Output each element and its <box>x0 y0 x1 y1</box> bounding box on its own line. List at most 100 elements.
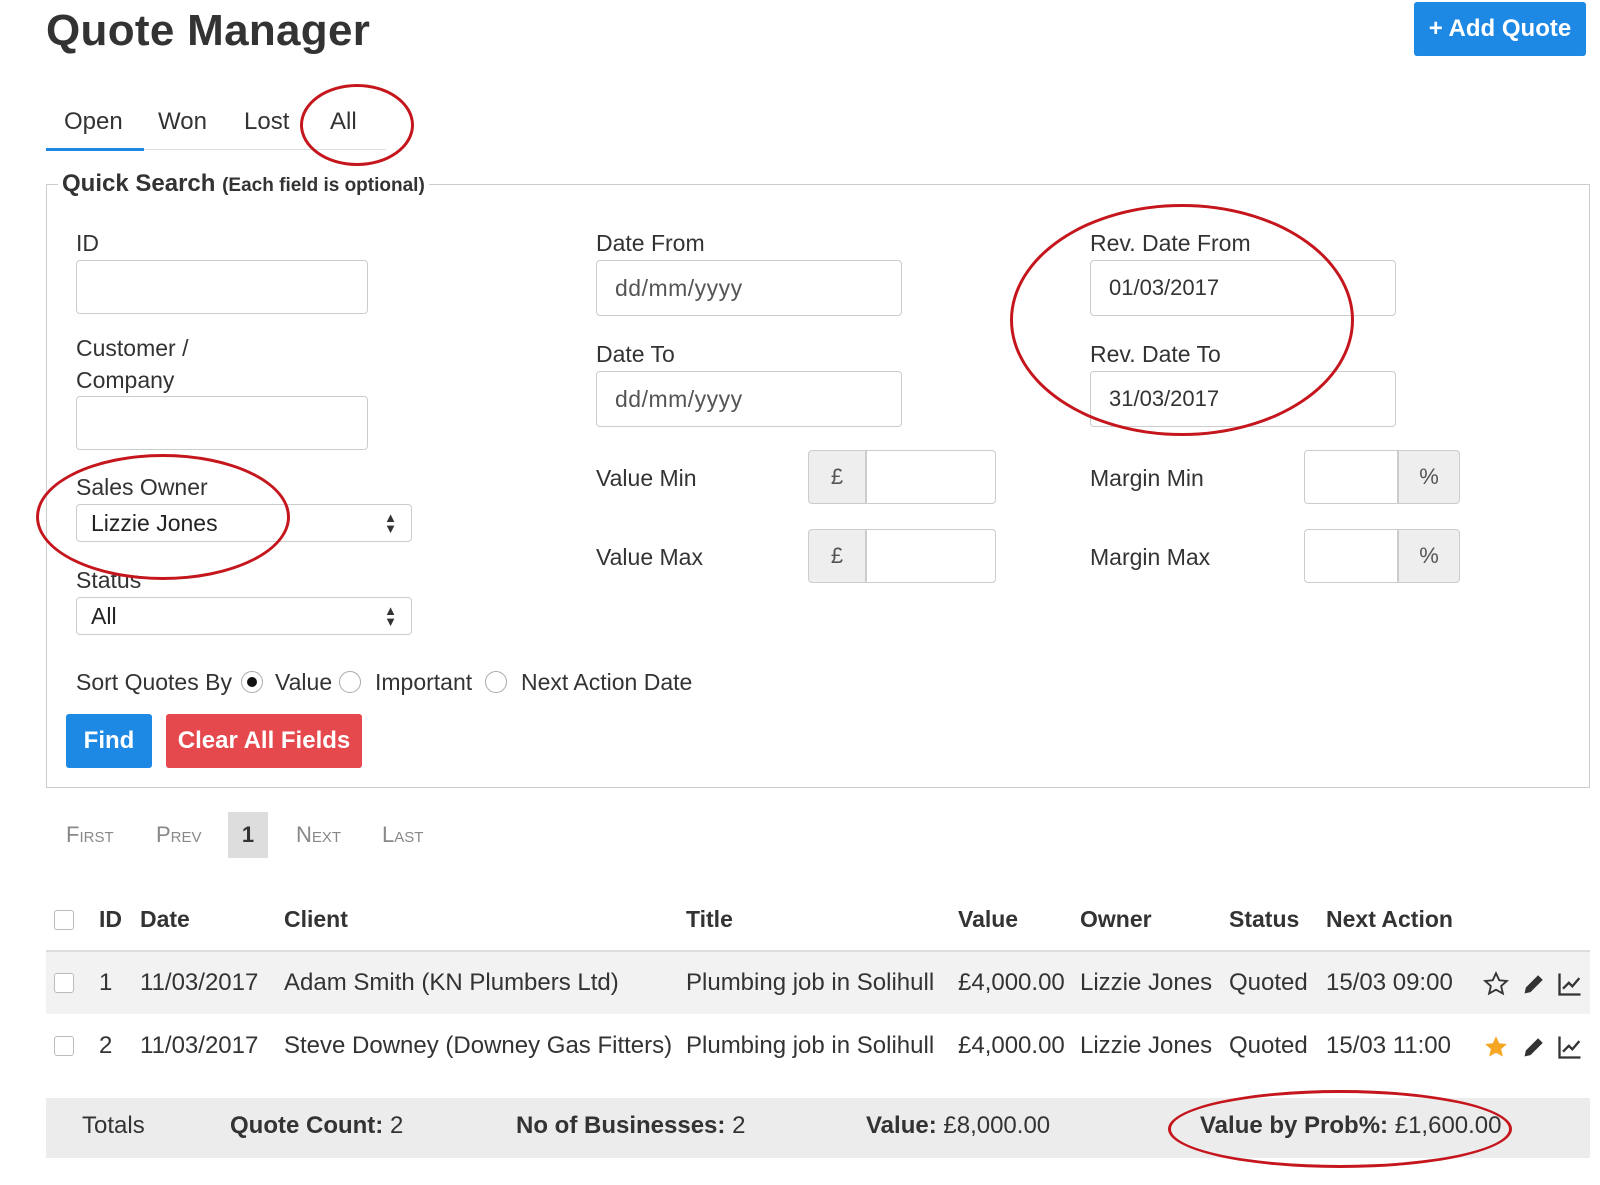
row-title[interactable]: Plumbing job in Solihull <box>686 968 934 998</box>
row-id: 2 <box>99 1032 113 1059</box>
sort-option-important[interactable]: Important <box>375 666 472 698</box>
row-checkbox[interactable] <box>54 973 74 993</box>
date-to-label: Date To <box>596 341 675 367</box>
col-id[interactable]: ID <box>99 906 122 933</box>
quick-search-title: Quick Search <box>62 170 216 197</box>
row-value: £4,000.00 <box>958 969 1065 996</box>
businesses-label: No of Businesses: <box>516 1112 726 1139</box>
rev-date-to-input[interactable]: 31/03/2017 <box>1090 371 1396 427</box>
row-status: Quoted <box>1229 969 1308 996</box>
businesses-value: 2 <box>732 1112 746 1139</box>
value-min-label: Value Min <box>596 465 697 491</box>
row-client[interactable]: Adam Smith (KN Plumbers Ltd) <box>284 968 619 998</box>
row-next-action: 15/03 11:00 <box>1326 1032 1452 1059</box>
totals-businesses: No of Businesses: 2 <box>516 1112 745 1140</box>
active-tab-indicator <box>46 148 144 151</box>
find-button[interactable]: Find <box>66 714 152 768</box>
pager-current[interactable]: 1 <box>228 812 268 858</box>
value-max-currency-addon: £ <box>808 529 866 583</box>
quote-count-label: Quote Count: <box>230 1112 384 1139</box>
customer-input[interactable] <box>76 396 368 450</box>
chart-icon[interactable] <box>1556 970 1584 998</box>
col-date[interactable]: Date <box>140 906 190 933</box>
value-by-prob-value: £1,600.00 <box>1394 1112 1502 1139</box>
pager-last[interactable]: Last <box>382 812 423 858</box>
value-by-prob-label: Value by Prob%: <box>1200 1112 1389 1139</box>
row-owner: Lizzie Jones <box>1080 969 1213 996</box>
date-from-label: Date From <box>596 230 705 256</box>
table-row[interactable]: 2 11/03/2017 Steve Downey (Downey Gas Fi… <box>46 1015 1590 1079</box>
row-next-action: 15/03 09:00 <box>1326 969 1453 996</box>
pencil-icon[interactable] <box>1520 1033 1548 1061</box>
rev-date-from-input[interactable]: 01/03/2017 <box>1090 260 1396 316</box>
status-select[interactable]: All ▲ ▼ <box>76 597 412 635</box>
row-status: Quoted <box>1229 1032 1308 1059</box>
col-value[interactable]: Value <box>958 906 1018 933</box>
star-filled-icon[interactable] <box>1482 1033 1510 1061</box>
id-input[interactable] <box>76 260 368 314</box>
sort-next-action-radio[interactable] <box>485 671 507 693</box>
page-title: Quote Manager <box>46 6 371 55</box>
quick-search-legend: Quick Search (Each field is optional) <box>58 170 429 198</box>
totals-bar: Totals Quote Count: 2 No of Businesses: … <box>46 1098 1590 1158</box>
margin-min-input[interactable] <box>1304 450 1398 504</box>
tab-won[interactable]: Won <box>158 108 207 136</box>
row-id: 1 <box>99 969 113 996</box>
col-client[interactable]: Client <box>284 906 348 933</box>
sort-value-radio[interactable] <box>241 671 263 693</box>
value-max-input[interactable] <box>866 529 996 583</box>
tab-lost[interactable]: Lost <box>244 108 289 136</box>
date-to-input[interactable]: dd/mm/yyyy <box>596 371 902 427</box>
totals-label: Totals <box>82 1112 145 1139</box>
customer-label-line1: Customer / <box>76 335 189 361</box>
star-outline-icon[interactable] <box>1482 970 1510 998</box>
row-owner: Lizzie Jones <box>1080 1032 1213 1059</box>
row-checkbox[interactable] <box>54 1036 74 1056</box>
row-title[interactable]: Plumbing job in Solihull <box>686 1031 934 1061</box>
value-max-label: Value Max <box>596 544 703 570</box>
sort-important-radio[interactable] <box>339 671 361 693</box>
total-value-label: Value: <box>866 1112 937 1139</box>
tab-all[interactable]: All <box>330 108 357 136</box>
pencil-icon[interactable] <box>1520 970 1548 998</box>
row-client[interactable]: Steve Downey (Downey Gas Fitters) <box>284 1031 672 1061</box>
margin-max-percent-addon: % <box>1398 529 1460 583</box>
row-value: £4,000.00 <box>958 1032 1065 1059</box>
totals-value-by-prob: Value by Prob%: £1,600.00 <box>1200 1112 1502 1140</box>
status-tabs: Open Won Lost All <box>46 100 386 151</box>
status-label: Status <box>76 567 142 593</box>
margin-min-label: Margin Min <box>1090 465 1204 491</box>
margin-max-input[interactable] <box>1304 529 1398 583</box>
customer-label-line2: Company <box>76 367 175 393</box>
quote-count-value: 2 <box>389 1112 404 1139</box>
col-status[interactable]: Status <box>1229 906 1299 933</box>
add-quote-button[interactable]: + Add Quote <box>1414 2 1586 56</box>
tab-open[interactable]: Open <box>64 108 123 136</box>
pager-prev[interactable]: Prev <box>156 812 202 858</box>
margin-min-percent-addon: % <box>1398 450 1460 504</box>
col-owner[interactable]: Owner <box>1080 906 1152 933</box>
pager-next[interactable]: Next <box>296 812 341 858</box>
sort-label: Sort Quotes By <box>76 669 232 695</box>
id-label: ID <box>76 230 99 256</box>
select-all-checkbox[interactable] <box>54 910 74 930</box>
sales-owner-select[interactable]: Lizzie Jones ▲ ▼ <box>76 504 412 542</box>
pager-first[interactable]: First <box>66 812 114 858</box>
chart-icon[interactable] <box>1556 1033 1584 1061</box>
date-from-input[interactable]: dd/mm/yyyy <box>596 260 902 316</box>
sales-owner-label: Sales Owner <box>76 474 208 500</box>
select-arrows-icon: ▲ ▼ <box>384 603 397 629</box>
margin-max-label: Margin Max <box>1090 544 1211 570</box>
status-value: All <box>91 602 117 629</box>
sort-option-value[interactable]: Value <box>275 666 332 698</box>
sales-owner-value: Lizzie Jones <box>91 509 218 536</box>
sort-option-next-action[interactable]: Next Action Date <box>521 666 692 698</box>
col-title[interactable]: Title <box>686 906 733 933</box>
rev-date-from-label: Rev. Date From <box>1090 230 1251 256</box>
clear-fields-button[interactable]: Clear All Fields <box>166 714 362 768</box>
select-arrows-icon: ▲ ▼ <box>384 510 397 536</box>
col-next-action[interactable]: Next Action <box>1326 906 1453 933</box>
rev-date-to-label: Rev. Date To <box>1090 341 1221 367</box>
value-min-input[interactable] <box>866 450 996 504</box>
table-row[interactable]: 1 11/03/2017 Adam Smith (KN Plumbers Ltd… <box>46 950 1590 1014</box>
